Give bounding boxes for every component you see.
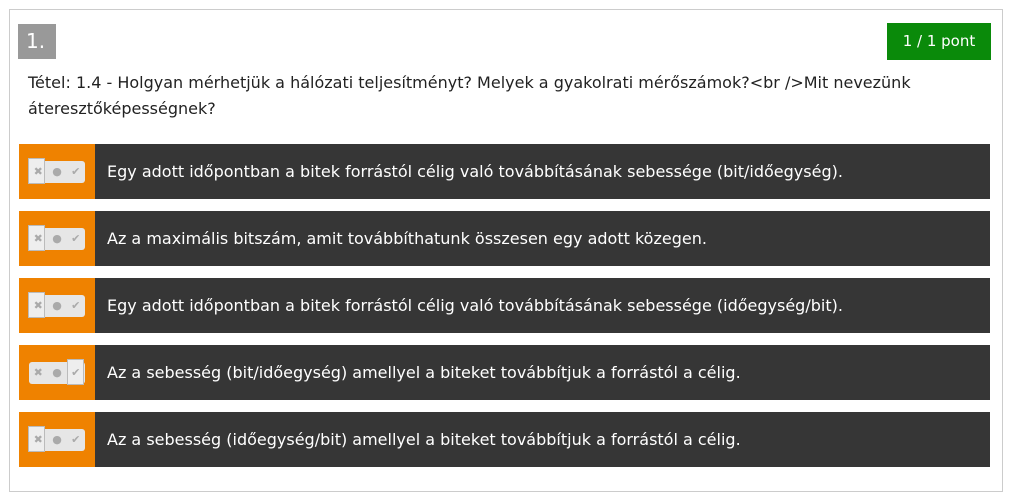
answer-text: Az a sebesség (időegység/bit) amellyel a… xyxy=(107,430,741,449)
answer-text: Egy adott időpontban a bitek forrástól c… xyxy=(107,296,843,315)
answer-row: ✖ ● ✔ Az a sebesség (bit/időegység) amellye… xyxy=(19,345,990,400)
toggle-track: ✖ ● ✔ xyxy=(28,425,85,452)
check-icon[interactable]: ✔ xyxy=(71,299,80,312)
tri-state-toggle[interactable]: ✖ ● ✔ xyxy=(19,412,95,467)
answer-row: ✖ ● ✔ Egy adott időpontban a bitek forrástó… xyxy=(19,144,990,199)
toggle-track: ✖ ● ✔ xyxy=(28,291,85,318)
cross-icon[interactable]: ✖ xyxy=(34,299,43,312)
cross-icon[interactable]: ✖ xyxy=(34,232,43,245)
check-icon[interactable]: ✔ xyxy=(71,232,80,245)
cross-icon[interactable]: ✖ xyxy=(34,433,43,446)
toggle-track: ✖ ● ✔ xyxy=(28,157,85,184)
tri-state-toggle[interactable]: ✖ ● ✔ xyxy=(19,144,95,199)
toggle-track: ✖ ● ✔ xyxy=(28,224,85,251)
cross-icon[interactable]: ✖ xyxy=(34,366,43,379)
toggle-track: ✖ ● ✔ xyxy=(29,358,85,385)
score-badge: 1 / 1 pont xyxy=(887,23,991,60)
dot-icon[interactable]: ● xyxy=(52,299,62,312)
question-text: Tétel: 1.4 - Holgyan mérhetjük a hálózat… xyxy=(28,73,911,118)
dot-icon[interactable]: ● xyxy=(52,433,62,446)
check-icon[interactable]: ✔ xyxy=(71,433,80,446)
answer-text: Az a maximális bitszám, amit továbbíthat… xyxy=(107,229,707,248)
dot-icon[interactable]: ● xyxy=(52,366,62,379)
question-number: 1. xyxy=(18,24,56,59)
answer-text: Az a sebesség (bit/időegység) amellyel a… xyxy=(107,363,741,382)
check-icon[interactable]: ✔ xyxy=(71,366,80,379)
check-icon[interactable]: ✔ xyxy=(71,165,80,178)
dot-icon[interactable]: ● xyxy=(52,232,62,245)
answer-row: ✖ ● ✔ Az a sebesség (időegység/bit) amellye… xyxy=(19,412,990,467)
answer-text: Egy adott időpontban a bitek forrástól c… xyxy=(107,162,843,181)
dot-icon[interactable]: ● xyxy=(52,165,62,178)
tri-state-toggle[interactable]: ✖ ● ✔ xyxy=(19,345,95,400)
answer-row: ✖ ● ✔ Az a maximális bitszám, amit továbbít… xyxy=(19,211,990,266)
tri-state-toggle[interactable]: ✖ ● ✔ xyxy=(19,278,95,333)
tri-state-toggle[interactable]: ✖ ● ✔ xyxy=(19,211,95,266)
answer-row: ✖ ● ✔ Egy adott időpontban a bitek forrástó… xyxy=(19,278,990,333)
cross-icon[interactable]: ✖ xyxy=(34,165,43,178)
